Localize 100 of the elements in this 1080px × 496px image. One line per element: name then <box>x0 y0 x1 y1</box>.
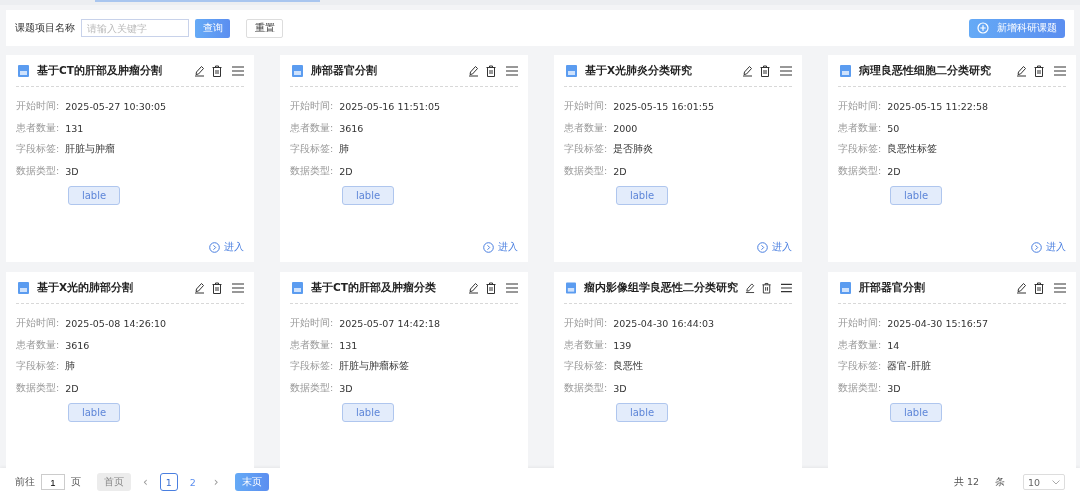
delete-icon[interactable] <box>486 64 496 77</box>
field-value: 肺 <box>65 360 76 374</box>
edit-icon[interactable] <box>468 64 479 77</box>
field-value: 2D <box>65 382 79 394</box>
delete-icon[interactable] <box>1034 64 1044 77</box>
field-value: 2025-04-30 15:16:57 <box>887 318 989 330</box>
delete-icon[interactable] <box>212 64 222 77</box>
field-label: 患者数量: <box>838 121 882 135</box>
add-project-button[interactable]: 新增科研课题 <box>969 18 1065 38</box>
edit-icon[interactable] <box>1016 64 1027 77</box>
edit-icon[interactable] <box>1016 281 1027 294</box>
field-label: 开始时间: <box>838 317 882 331</box>
field-value: 肺 <box>339 143 350 157</box>
field-label: 数据类型: <box>290 164 334 178</box>
card-title: 基于CT的肝部及肿瘤分类 <box>311 280 437 295</box>
delete-icon[interactable] <box>762 281 772 294</box>
card-title: 基于CT的肝部及肿瘤分割 <box>37 63 163 78</box>
total-unit: 条 <box>995 475 1005 489</box>
field-value: 3616 <box>65 339 90 351</box>
goto-label: 前往 <box>15 475 35 489</box>
image-file-icon <box>566 64 577 77</box>
field-value: 3D <box>65 165 79 177</box>
field-label: 数据类型: <box>16 164 60 178</box>
field-label: 患者数量: <box>290 121 334 135</box>
edit-icon[interactable] <box>745 281 755 294</box>
field-label: 患者数量: <box>564 338 608 352</box>
label-button[interactable]: lable <box>890 403 942 422</box>
field-value: 131 <box>65 122 84 134</box>
field-value: 2025-05-07 14:42:18 <box>339 318 441 330</box>
label-button[interactable]: lable <box>342 403 394 422</box>
next-page-button[interactable]: › <box>213 475 219 489</box>
field-value: 2025-05-08 14:26:10 <box>65 318 167 330</box>
field-label: 字段标签: <box>16 360 60 374</box>
previous-page-button[interactable]: ‹ <box>143 475 148 489</box>
field-label: 数据类型: <box>838 381 882 395</box>
card-title: 肺部器官分割 <box>311 63 378 78</box>
field-value: 131 <box>339 339 358 351</box>
field-label: 患者数量: <box>564 121 608 135</box>
field-label: 字段标签: <box>16 143 60 157</box>
edit-icon[interactable] <box>742 64 753 77</box>
edit-icon[interactable] <box>194 64 205 77</box>
page-number[interactable]: 1 <box>159 473 178 491</box>
field-label: 字段标签: <box>564 360 608 374</box>
goto-page-field[interactable]: 1 <box>41 474 65 490</box>
field-label: 数据类型: <box>564 164 608 178</box>
field-value: 3D <box>339 382 353 394</box>
add-circle-icon <box>977 22 989 34</box>
enter-link[interactable]: 进入 <box>483 240 518 254</box>
image-file-icon <box>566 281 576 294</box>
chevron-circle-icon <box>209 241 220 253</box>
field-label: 患者数量: <box>16 121 60 135</box>
field-value: 3616 <box>339 122 364 134</box>
delete-icon[interactable] <box>1034 281 1044 294</box>
page-size-select[interactable]: 10 <box>1023 474 1065 490</box>
edit-icon[interactable] <box>194 281 205 294</box>
label-button[interactable]: lable <box>68 186 120 205</box>
field-value: 3D <box>613 382 627 394</box>
enter-link[interactable]: 进入 <box>209 240 244 254</box>
label-button[interactable]: lable <box>616 403 668 422</box>
label-button[interactable]: lable <box>890 186 942 205</box>
image-file-icon <box>292 64 303 77</box>
field-value: 2025-05-15 16:01:55 <box>613 101 715 113</box>
delete-icon[interactable] <box>486 281 496 294</box>
search-label: 课题项目名称 <box>15 21 75 35</box>
chevron-circle-icon <box>483 241 494 253</box>
field-label: 字段标签: <box>838 143 882 157</box>
card-title: 病理良恶性细胞二分类研究 <box>859 63 992 78</box>
enter-link[interactable]: 进入 <box>1031 240 1066 254</box>
field-value: 2000 <box>613 122 638 134</box>
field-value: 良恶性标签 <box>887 143 938 157</box>
field-label: 数据类型: <box>838 164 882 178</box>
edit-icon[interactable] <box>468 281 479 294</box>
label-button[interactable]: lable <box>616 186 668 205</box>
field-value: 良恶性 <box>613 360 644 374</box>
field-label: 字段标签: <box>838 360 882 374</box>
last-page-button[interactable]: 末页 <box>234 473 269 491</box>
delete-icon[interactable] <box>212 281 222 294</box>
chevron-circle-icon <box>757 241 768 253</box>
card-title: 肝部器官分割 <box>859 280 926 295</box>
field-label: 开始时间: <box>564 100 608 114</box>
image-file-icon <box>840 281 851 294</box>
query-button[interactable]: 查询 <box>195 18 230 38</box>
field-value: 2025-05-27 10:30:05 <box>65 101 167 113</box>
field-value: 2025-05-15 11:22:58 <box>887 101 989 113</box>
label-button[interactable]: lable <box>342 186 394 205</box>
field-value: 2D <box>887 165 901 177</box>
delete-icon[interactable] <box>760 64 770 77</box>
enter-link[interactable]: 进入 <box>757 240 792 254</box>
image-file-icon <box>18 64 29 77</box>
field-value: 2025-04-30 16:44:03 <box>613 318 715 330</box>
label-button[interactable]: lable <box>68 403 120 422</box>
menu-icon[interactable] <box>781 282 792 293</box>
field-label: 数据类型: <box>16 381 60 395</box>
field-value: 肝脏与肿瘤标签 <box>339 360 410 374</box>
field-value: 2D <box>613 165 627 177</box>
field-label: 开始时间: <box>290 100 334 114</box>
field-value: 是否肺炎 <box>613 143 654 157</box>
search-field[interactable]: 请输入关键字 <box>81 19 189 37</box>
reset-button[interactable]: 重置 <box>246 18 283 38</box>
chevron-circle-icon <box>1031 241 1042 253</box>
